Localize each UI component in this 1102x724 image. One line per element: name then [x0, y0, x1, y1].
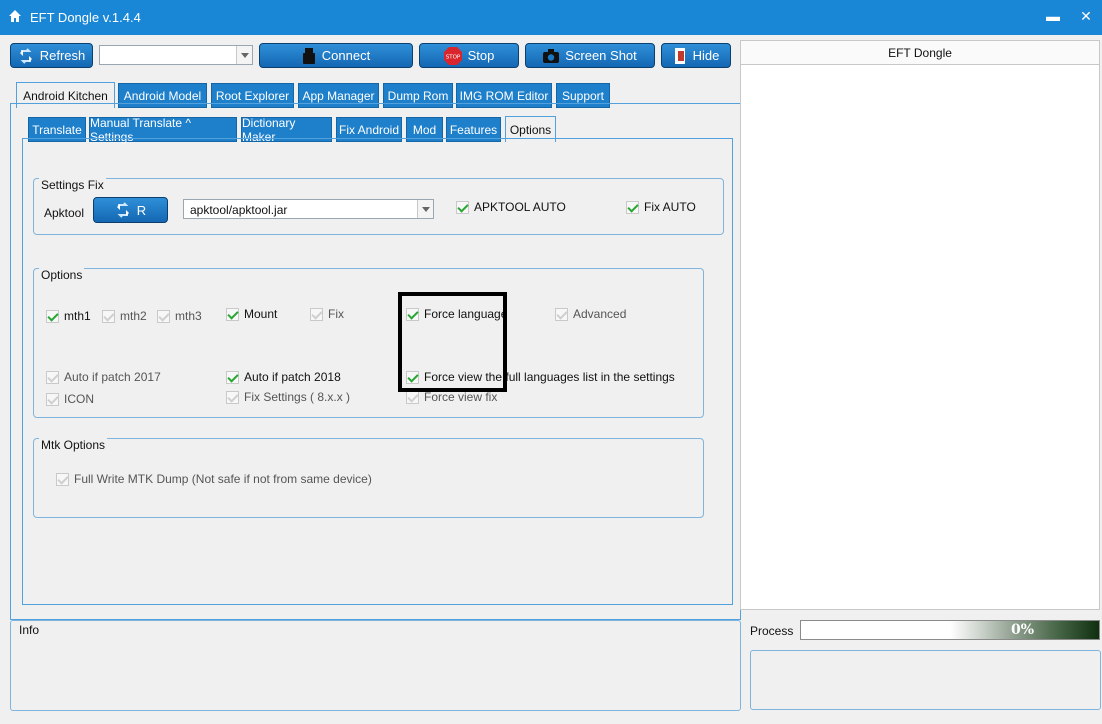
- options-group: [33, 268, 704, 418]
- force-language-label: Force language: [424, 307, 508, 321]
- force-view-languages-checkbox[interactable]: Force view the full languages list in th…: [406, 370, 675, 384]
- log-panel[interactable]: EFT Dongle: [740, 40, 1100, 610]
- log-panel-header: EFT Dongle: [741, 41, 1099, 65]
- checkbox-box[interactable]: [310, 307, 323, 321]
- full-write-mtk-checkbox[interactable]: Full Write MTK Dump (Not safe if not fro…: [56, 472, 372, 486]
- checkbox-box[interactable]: [102, 309, 115, 323]
- hide-icon: [674, 47, 685, 64]
- icon-option-label: ICON: [64, 392, 94, 406]
- home-icon: [9, 10, 21, 22]
- stop-sign-icon: STOP: [443, 46, 462, 65]
- refresh-label: Refresh: [39, 48, 86, 63]
- fix-checkbox[interactable]: Fix: [310, 307, 344, 321]
- checkbox-box[interactable]: [626, 200, 639, 214]
- title-bar: EFT Dongle v.1.4.4 ▬ ✕: [0, 0, 1102, 35]
- mount-checkbox[interactable]: Mount: [226, 307, 277, 321]
- info-box: Info: [10, 620, 741, 711]
- refresh-icon: [116, 202, 129, 218]
- connect-label: Connect: [321, 48, 371, 63]
- fix-settings-checkbox[interactable]: Fix Settings ( 8.x.x ): [226, 390, 350, 404]
- mth2-checkbox[interactable]: mth2: [102, 309, 147, 323]
- apktool-path-combo[interactable]: apktool/apktool.jar: [183, 199, 434, 219]
- mth1-checkbox[interactable]: mth1: [46, 309, 91, 323]
- info-label: Info: [19, 623, 40, 637]
- checkbox-box[interactable]: [157, 309, 170, 323]
- force-view-fix-label: Force view fix: [424, 390, 498, 404]
- close-button[interactable]: ✕: [1079, 8, 1093, 26]
- fix-settings-label: Fix Settings ( 8.x.x ): [244, 390, 351, 404]
- checkbox-box[interactable]: [456, 200, 469, 214]
- mth1-label: mth1: [64, 309, 91, 323]
- icon-checkbox[interactable]: ICON: [46, 392, 94, 406]
- stop-badge: STOP: [445, 54, 460, 60]
- force-view-languages-label: Force view the full languages list in th…: [424, 370, 675, 384]
- fix-auto-label: Fix AUTO: [644, 200, 696, 214]
- auto-patch-2017-label: Auto if patch 2017: [64, 370, 161, 384]
- camera-icon: [543, 48, 560, 63]
- apktool-reload-button[interactable]: R: [93, 197, 168, 223]
- force-language-checkbox[interactable]: Force language: [406, 307, 507, 321]
- connect-button[interactable]: Connect: [259, 43, 413, 68]
- checkbox-box[interactable]: [56, 472, 69, 486]
- refresh-button[interactable]: Refresh: [10, 43, 93, 68]
- screenshot-button[interactable]: Screen Shot: [525, 43, 655, 68]
- process-label: Process: [750, 624, 794, 638]
- checkbox-box[interactable]: [46, 392, 59, 406]
- process-progress-bar: 0%: [800, 620, 1100, 640]
- fix-label: Fix: [328, 307, 344, 321]
- mth3-label: mth3: [175, 309, 202, 323]
- stop-button[interactable]: STOP Stop: [419, 43, 519, 68]
- hide-button[interactable]: Hide: [661, 43, 731, 68]
- mtk-options-title: Mtk Options: [39, 438, 108, 452]
- chevron-down-icon[interactable]: [236, 46, 252, 64]
- advanced-checkbox[interactable]: Advanced: [555, 307, 626, 321]
- checkbox-box[interactable]: [406, 370, 419, 384]
- force-view-fix-checkbox[interactable]: Force view fix: [406, 390, 497, 404]
- apktool-auto-checkbox[interactable]: APKTOOL AUTO: [456, 200, 566, 214]
- checkbox-box[interactable]: [226, 307, 239, 321]
- checkbox-box[interactable]: [226, 390, 239, 404]
- screenshot-label: Screen Shot: [565, 48, 637, 63]
- options-title: Options: [39, 268, 85, 282]
- auto-patch-2018-label: Auto if patch 2018: [244, 370, 341, 384]
- chevron-down-icon[interactable]: [417, 200, 433, 218]
- mth3-checkbox[interactable]: mth3: [157, 309, 202, 323]
- minimize-button[interactable]: ▬: [1046, 8, 1060, 26]
- mount-label: Mount: [244, 307, 278, 321]
- hide-label: Hide: [692, 48, 720, 63]
- checkbox-box[interactable]: [555, 307, 568, 321]
- window-title: EFT Dongle v.1.4.4: [30, 10, 141, 25]
- process-output-box: [750, 650, 1101, 710]
- settings-fix-title: Settings Fix: [39, 178, 106, 192]
- usb-icon: [302, 47, 315, 64]
- stop-label: Stop: [467, 48, 495, 63]
- full-write-mtk-label: Full Write MTK Dump (Not safe if not fro…: [74, 472, 372, 486]
- device-combo[interactable]: [99, 45, 253, 65]
- process-percent: 0%: [1011, 622, 1035, 638]
- advanced-label: Advanced: [573, 307, 627, 321]
- checkbox-box[interactable]: [46, 309, 59, 323]
- checkbox-box[interactable]: [406, 307, 419, 321]
- apktool-label: Apktool: [44, 206, 85, 220]
- apktool-path-value: apktool/apktool.jar: [190, 203, 288, 217]
- refresh-icon: [19, 47, 32, 64]
- apktool-auto-label: APKTOOL AUTO: [474, 200, 566, 214]
- auto-patch-2018-checkbox[interactable]: Auto if patch 2018: [226, 370, 341, 384]
- apktool-reload-label: R: [136, 202, 147, 218]
- fix-auto-checkbox[interactable]: Fix AUTO: [626, 200, 696, 214]
- mth2-label: mth2: [120, 309, 147, 323]
- auto-patch-2017-checkbox[interactable]: Auto if patch 2017: [46, 370, 161, 384]
- checkbox-box[interactable]: [406, 390, 419, 404]
- checkbox-box[interactable]: [46, 370, 59, 384]
- checkbox-box[interactable]: [226, 370, 239, 384]
